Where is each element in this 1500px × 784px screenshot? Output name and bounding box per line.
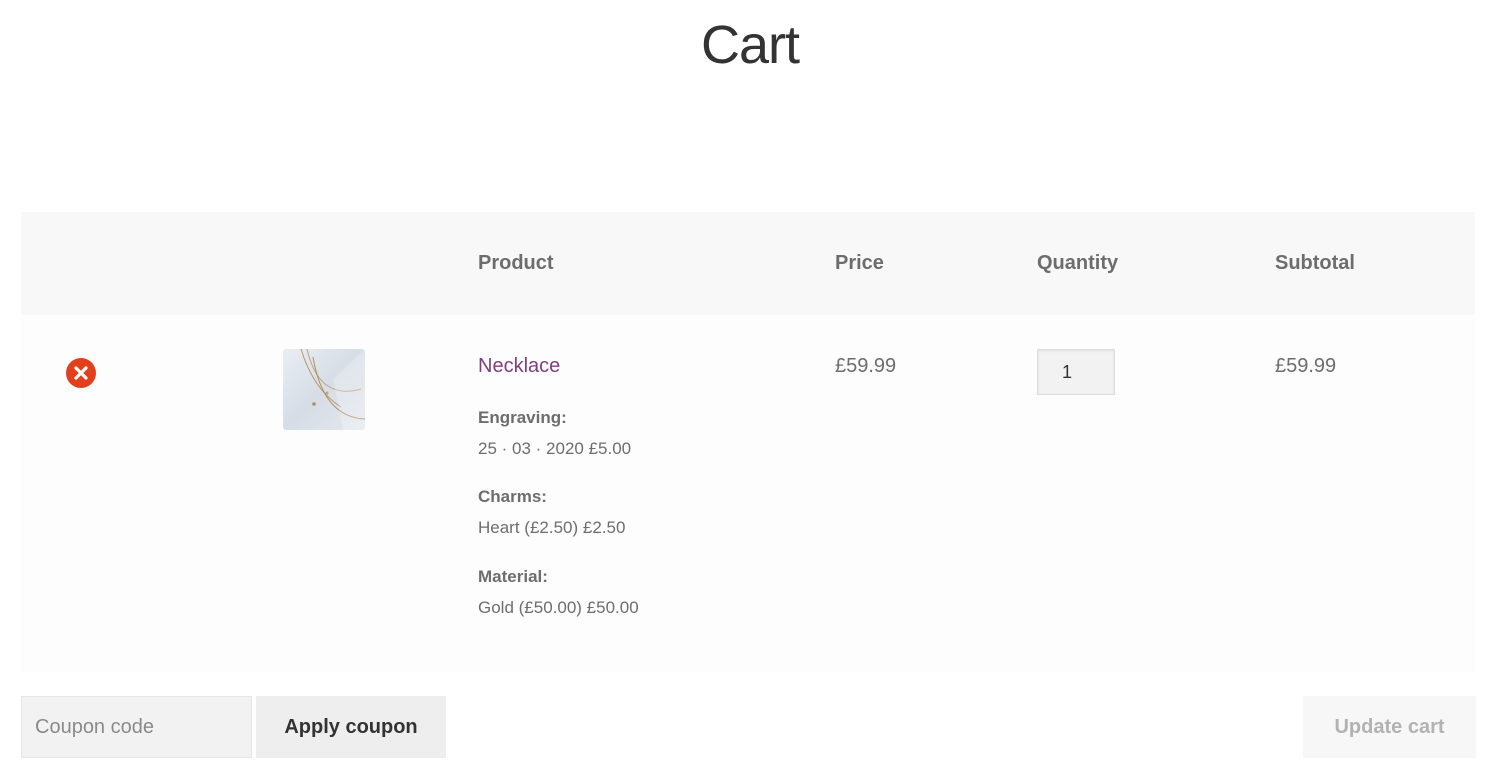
meta-value-engraving: 25 · 03 · 2020 £5.00 bbox=[478, 439, 632, 458]
remove-item-button[interactable] bbox=[66, 358, 96, 388]
remove-x-circle-icon bbox=[74, 366, 88, 380]
update-cart-button[interactable]: Update cart bbox=[1303, 696, 1476, 758]
necklace-thumbnail bbox=[300, 349, 365, 430]
apply-coupon-button[interactable]: Apply coupon bbox=[256, 696, 446, 758]
page-title: Cart bbox=[700, 15, 800, 75]
header-product: Product bbox=[478, 252, 554, 274]
meta-key-engraving: Engraving: bbox=[478, 408, 567, 427]
meta-key-material: Material: bbox=[478, 567, 548, 586]
meta-value-charms: Heart (£2.50) £2.50 bbox=[478, 518, 626, 537]
meta-value-material: Gold (£50.00) £50.00 bbox=[478, 598, 639, 617]
product-name-link[interactable]: Necklace bbox=[478, 355, 560, 378]
meta-key-charms: Charms: bbox=[478, 487, 547, 506]
quantity-input[interactable] bbox=[1037, 349, 1115, 395]
header-subtotal: Subtotal bbox=[1275, 252, 1355, 274]
product-thumbnail[interactable] bbox=[283, 349, 365, 430]
item-price: £59.99 bbox=[835, 355, 897, 377]
header-quantity: Quantity bbox=[1037, 252, 1119, 274]
coupon-code-input[interactable] bbox=[21, 696, 252, 758]
cart-table-header: Product Price Quantity Subtotal bbox=[21, 212, 1475, 315]
cart-item-row: Necklace Engraving: 25 · 03 · 2020 £5.00… bbox=[21, 315, 1475, 672]
item-subtotal: £59.99 bbox=[1275, 355, 1337, 377]
header-price: Price bbox=[835, 252, 884, 274]
cart-table: Product Price Quantity Subtotal Necklace… bbox=[21, 212, 1475, 672]
